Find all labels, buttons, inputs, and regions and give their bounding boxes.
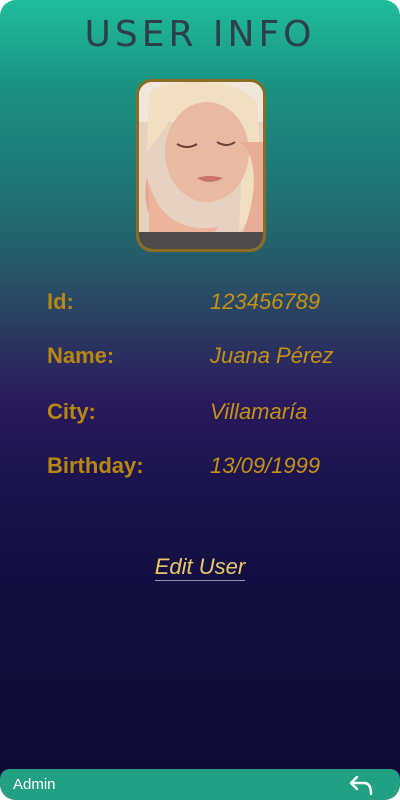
field-row-city: City: Villamaría — [0, 399, 400, 435]
edit-user-container: Edit User — [0, 554, 400, 581]
field-row-birthday: Birthday: 13/09/1999 — [0, 453, 400, 489]
profile-photo — [139, 82, 263, 249]
bottom-bar: Admin — [0, 769, 400, 800]
field-label: Id: — [47, 289, 74, 314]
field-row-name: Name: Juana Pérez — [0, 343, 400, 379]
field-label: Birthday: — [47, 453, 144, 478]
admin-label: Admin — [13, 776, 56, 793]
field-value: Villamaría — [210, 399, 308, 424]
field-value: 123456789 — [210, 289, 321, 314]
field-row-id: Id: 123456789 — [0, 289, 400, 325]
field-value: 13/09/1999 — [210, 453, 321, 478]
avatar — [136, 79, 266, 252]
back-arrow-icon[interactable] — [348, 774, 374, 796]
page-title: USER INFO — [84, 14, 316, 55]
edit-user-link[interactable]: Edit User — [154, 554, 246, 581]
field-value: Juana Pérez — [210, 343, 334, 368]
user-info-screen: USER INFO Id: 123456789 Name: Juana Pére… — [0, 0, 400, 800]
field-label: Name: — [47, 343, 115, 368]
field-label: City: — [47, 399, 96, 424]
